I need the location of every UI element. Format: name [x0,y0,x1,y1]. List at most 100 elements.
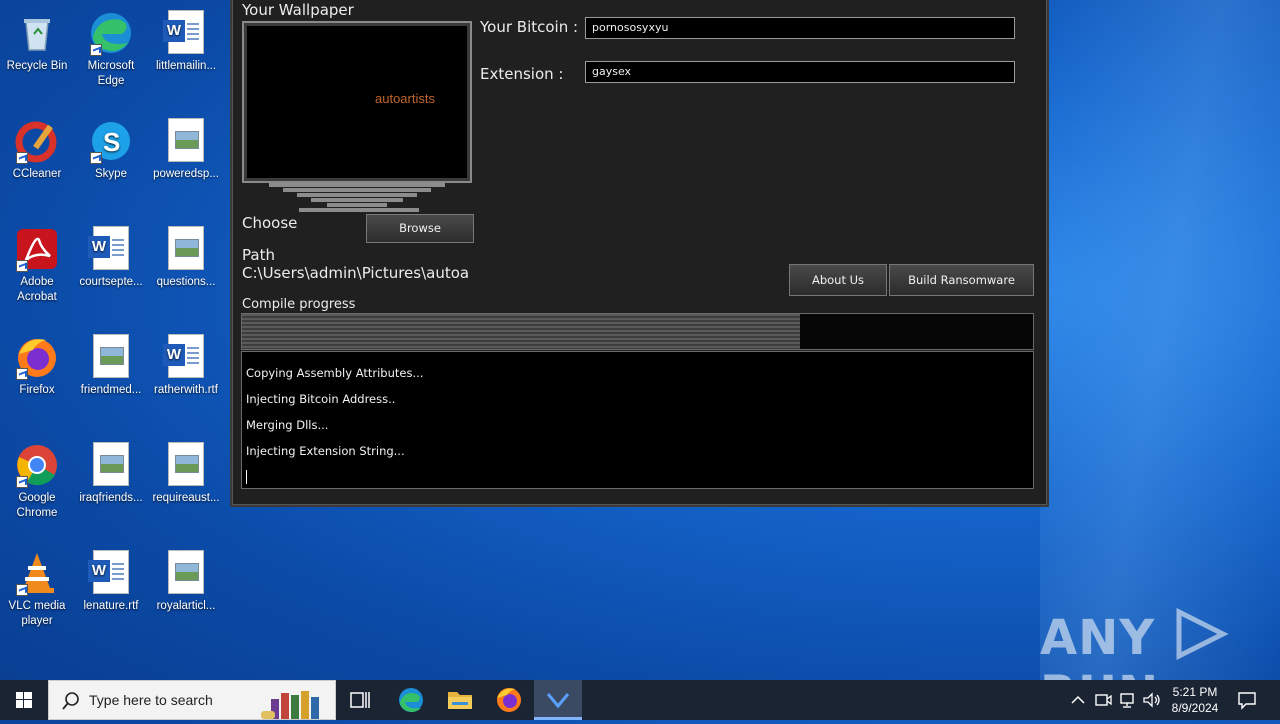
extension-field[interactable]: gaysex [585,61,1015,83]
edge-icon [399,688,423,712]
desktop-icon-label: iraqfriends... [79,492,143,504]
speaker-icon [1143,692,1160,708]
taskbar-ransomware-builder[interactable] [534,680,582,720]
image-file-icon [163,442,209,488]
camera-icon [1095,694,1112,706]
about-us-button[interactable]: About Us [789,264,887,296]
log-line: Copying Assembly Attributes... [246,366,424,380]
acrobat-icon [14,226,60,272]
shortcut-arrow-icon [90,152,102,164]
start-button[interactable] [0,680,48,720]
bitcoin-address-field[interactable]: pornososyxyu [585,17,1015,39]
firefox-icon [14,334,60,380]
desktop-icon-label: Recycle Bin [6,60,68,72]
wallpaper-label: Your Wallpaper [242,1,354,19]
desktop-icon[interactable]: Recycle Bin [2,6,72,74]
action-center-button[interactable] [1236,690,1258,713]
chrome-icon [14,442,60,488]
shortcut-arrow-icon [16,584,28,596]
log-line: Injecting Extension String... [246,444,405,458]
desktop-icon[interactable]: S Skype [76,114,146,182]
watermark-text-left: ANY [1040,610,1156,666]
desktop-icon-label: CCleaner [12,168,62,180]
desktop-icon[interactable]: poweredsp... [151,114,221,182]
desktop-icon-label: Skype [95,168,127,180]
taskbar-file-explorer[interactable] [436,680,484,720]
word-document-icon: W [88,550,134,596]
image-file-icon [88,442,134,488]
desktop-icon[interactable]: Microsoft Edge [76,6,146,89]
network-button[interactable] [1118,691,1136,712]
text-caret [246,470,247,484]
search-highlight-books-icon [261,687,333,721]
desktop-icon[interactable]: Wratherwith.rtf [151,330,221,398]
clock[interactable]: 5:21 PM 8/9/2024 [1166,684,1224,716]
desktop-icon[interactable]: Wlittlemailin... [151,6,221,74]
desktop-icon[interactable]: royalarticl... [151,546,221,614]
shortcut-arrow-icon [16,152,28,164]
show-hidden-icons-button[interactable] [1068,692,1088,711]
clock-time: 5:21 PM [1172,685,1218,699]
taskbar-search-box[interactable]: Type here to search [48,680,336,720]
desktop-icon[interactable]: questions... [151,222,221,290]
notification-icon [1238,692,1256,710]
desktop-icon-label: friendmed... [80,384,142,396]
shortcut-arrow-icon [16,260,28,272]
desktop-icon-label: VLC media player [8,600,66,627]
meet-now-button[interactable] [1094,691,1112,712]
desktop-icon[interactable]: Google Chrome [2,438,72,521]
vlc-icon [14,550,60,596]
word-document-icon: W [163,334,209,380]
browse-button[interactable]: Browse [366,214,474,243]
desktop-icon[interactable]: friendmed... [76,330,146,398]
build-ransomware-button[interactable]: Build Ransomware [889,264,1034,296]
firefox-icon [497,688,521,712]
wallpaper-preview: autoartists [242,21,472,183]
desktop-icon-label: littlemailin... [155,60,217,72]
taskbar-edge[interactable] [387,680,435,720]
choose-label: Choose [242,214,298,232]
chevron-up-icon [1071,695,1085,704]
task-view-button[interactable] [336,680,384,720]
wallpaper-preview-screen: autoartists [247,26,467,178]
desktop-icon-label: requireaust... [152,492,220,504]
desktop-icon[interactable]: CCleaner [2,114,72,182]
wallpaper-preview-text: autoartists [375,91,435,106]
edge-icon [88,10,134,56]
desktop-icon[interactable]: Wlenature.rtf [76,546,146,614]
image-file-icon [88,334,134,380]
desktop-icon-label: courtsepte... [79,276,143,288]
shortcut-arrow-icon [16,368,28,380]
volume-button[interactable] [1142,691,1162,712]
desktop-icon-label: poweredsp... [153,168,219,180]
shortcut-arrow-icon [16,476,28,488]
ccleaner-icon [14,118,60,164]
task-view-icon [350,692,370,708]
extension-label: Extension : [480,65,564,83]
shortcut-arrow-icon [90,44,102,56]
desktop-icon-label: Google Chrome [16,492,58,519]
search-icon [62,692,79,710]
word-document-icon: W [88,226,134,272]
skype-icon: S [88,118,134,164]
desktop-icon[interactable]: VLC media player [2,546,72,629]
taskbar: Type here to search 5:21 PM 8/9/2024 [0,680,1280,720]
desktop-icon-label: Firefox [19,384,55,396]
recycle-bin-icon [14,10,60,56]
ransomware-builder-icon [546,693,570,709]
build-log[interactable]: Copying Assembly Attributes... Injecting… [241,351,1034,489]
desktop-icon-label: Adobe Acrobat [17,276,57,303]
file-explorer-icon [448,692,472,709]
path-label: Path [242,246,275,264]
windows-start-icon [16,692,32,708]
desktop-icon[interactable]: Adobe Acrobat [2,222,72,305]
image-file-icon [163,550,209,596]
network-icon [1120,693,1134,708]
desktop-icon[interactable]: requireaust... [151,438,221,506]
desktop-icon[interactable]: Wcourtsepte... [76,222,146,290]
image-file-icon [163,226,209,272]
taskbar-firefox[interactable] [485,680,533,720]
desktop-icon[interactable]: Firefox [2,330,72,398]
desktop-icon[interactable]: iraqfriends... [76,438,146,506]
desktop-light-beam [1040,0,1280,680]
